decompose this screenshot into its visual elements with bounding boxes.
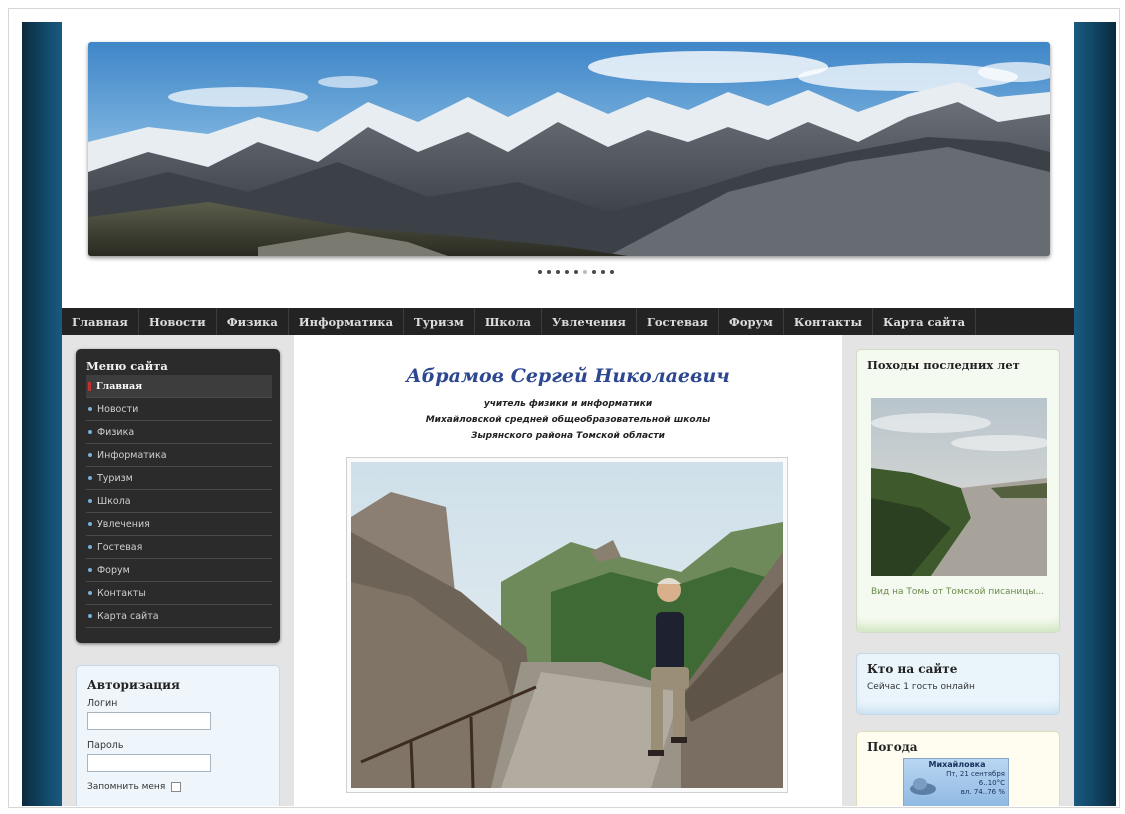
bullet-icon (88, 407, 92, 411)
recent-hikes-title: Походы последних лет (867, 358, 1020, 372)
top-navigation: Главная Новости Физика Информатика Туриз… (62, 308, 1074, 335)
weather-city: Михайловка (928, 760, 986, 769)
nav-item-contacts[interactable]: Контакты (784, 308, 873, 335)
weather-title: Погода (867, 740, 918, 754)
nav-item-guestbook[interactable]: Гостевая (637, 308, 719, 335)
left-sidebar: Меню сайта Главная Новости Физика Информ… (62, 335, 294, 806)
menu-item-physics[interactable]: Физика (86, 421, 272, 444)
remember-me-row: Запомнить меня (87, 782, 269, 792)
website: Главная Новости Физика Информатика Туриз… (62, 22, 1074, 806)
slider-pagination (538, 270, 614, 274)
login-title: Авторизация (87, 678, 180, 692)
slider-dot[interactable] (547, 270, 551, 274)
site-menu: Меню сайта Главная Новости Физика Информ… (76, 349, 280, 643)
nav-item-physics[interactable]: Физика (217, 308, 289, 335)
slider-dot-active[interactable] (583, 270, 587, 274)
menu-item-forum[interactable]: Форум (86, 559, 272, 582)
menu-item-label: Увлечения (97, 518, 150, 530)
author-position: учитель физики и информатики (483, 399, 653, 409)
bullet-icon (88, 522, 92, 526)
slider-dot[interactable] (565, 270, 569, 274)
nav-item-news[interactable]: Новости (139, 308, 217, 335)
bullet-icon (88, 453, 92, 457)
who-online-panel: Кто на сайте Сейчас 1 гость онлайн (856, 653, 1060, 715)
nav-item-home[interactable]: Главная (62, 308, 139, 335)
menu-item-label: Туризм (97, 472, 133, 484)
menu-item-label: Карта сайта (97, 610, 159, 622)
author-region: Зырянского района Томской области (471, 431, 665, 441)
menu-item-label: Гостевая (97, 541, 143, 553)
main-content: Абрамов Сергей Николаевич учитель физики… (294, 335, 842, 806)
who-online-title: Кто на сайте (867, 662, 958, 676)
nav-item-sitemap[interactable]: Карта сайта (873, 308, 977, 335)
nav-item-informatics[interactable]: Информатика (289, 308, 405, 335)
menu-item-label: Школа (97, 495, 131, 507)
cloud-icon (910, 778, 936, 795)
menu-item-label: Контакты (97, 587, 146, 599)
nav-item-hobbies[interactable]: Увлечения (542, 308, 637, 335)
author-name-heading: Абрамов Сергей Николаевич (406, 365, 730, 387)
bullet-icon (88, 381, 91, 391)
nav-item-forum[interactable]: Форум (719, 308, 784, 335)
password-input[interactable] (87, 754, 211, 772)
weather-temperature: 6..10°C (978, 779, 1005, 787)
bullet-icon (88, 545, 92, 549)
remember-me-checkbox[interactable] (171, 782, 182, 792)
slider-dot[interactable] (538, 270, 542, 274)
weather-widget[interactable]: Михайловка Пт, 21 сентября 6..10°C вл. 7… (903, 758, 1009, 806)
bullet-icon (88, 614, 92, 618)
bullet-icon (88, 499, 92, 503)
author-school: Михайловской средней общеобразовательной… (425, 415, 711, 425)
mountain-panorama-image (88, 42, 1050, 256)
online-count: Сейчас 1 гость онлайн (867, 682, 975, 692)
recent-hikes-panel: Походы последних лет Вид на Томь от Томс… (856, 349, 1060, 633)
slider-dot[interactable] (601, 270, 605, 274)
slider-dot[interactable] (574, 270, 578, 274)
header-banner-mountains (88, 42, 1050, 256)
menu-item-tourism[interactable]: Туризм (86, 467, 272, 490)
hike-photo[interactable] (871, 398, 1051, 576)
slider-dot[interactable] (610, 270, 614, 274)
slider-dot[interactable] (592, 270, 596, 274)
great-wall-photo (346, 457, 788, 793)
nav-item-tourism[interactable]: Туризм (404, 308, 475, 335)
remember-me-label: Запомнить меня (87, 782, 166, 792)
menu-item-label: Главная (96, 380, 143, 392)
login-label: Логин (87, 698, 118, 709)
river-landscape-image (871, 398, 1051, 576)
background-right-bar (1074, 22, 1116, 806)
bullet-icon (88, 476, 92, 480)
menu-item-guestbook[interactable]: Гостевая (86, 536, 272, 559)
menu-item-sitemap[interactable]: Карта сайта (86, 605, 272, 628)
bullet-icon (88, 568, 92, 572)
background-left-bar (22, 22, 62, 806)
menu-item-label: Физика (97, 426, 135, 438)
menu-item-label: Новости (97, 403, 139, 415)
menu-item-hobbies[interactable]: Увлечения (86, 513, 272, 536)
bullet-icon (88, 430, 92, 434)
menu-item-label: Форум (97, 564, 130, 576)
menu-item-home[interactable]: Главная (86, 375, 272, 398)
menu-item-label: Информатика (97, 449, 167, 461)
weather-humidity: вл. 74..76 % (960, 788, 1005, 796)
menu-item-news[interactable]: Новости (86, 398, 272, 421)
password-label: Пароль (87, 740, 124, 751)
menu-item-school[interactable]: Школа (86, 490, 272, 513)
slider-dot[interactable] (556, 270, 560, 274)
nav-item-school[interactable]: Школа (475, 308, 542, 335)
great-wall-image (351, 462, 783, 789)
login-input[interactable] (87, 712, 211, 730)
login-panel: Авторизация Логин Пароль Запомнить меня (76, 665, 280, 806)
right-sidebar: Походы последних лет Вид на Томь от Томс… (842, 335, 1074, 806)
bullet-icon (88, 591, 92, 595)
menu-item-contacts[interactable]: Контакты (86, 582, 272, 605)
menu-item-informatics[interactable]: Информатика (86, 444, 272, 467)
weather-date: Пт, 21 сентября (946, 770, 1005, 778)
weather-panel: Погода Михайловка Пт, 21 сентября 6..10°… (856, 731, 1060, 806)
site-menu-title: Меню сайта (86, 359, 168, 373)
hike-caption-link[interactable]: Вид на Томь от Томской писаницы... (871, 586, 1047, 599)
